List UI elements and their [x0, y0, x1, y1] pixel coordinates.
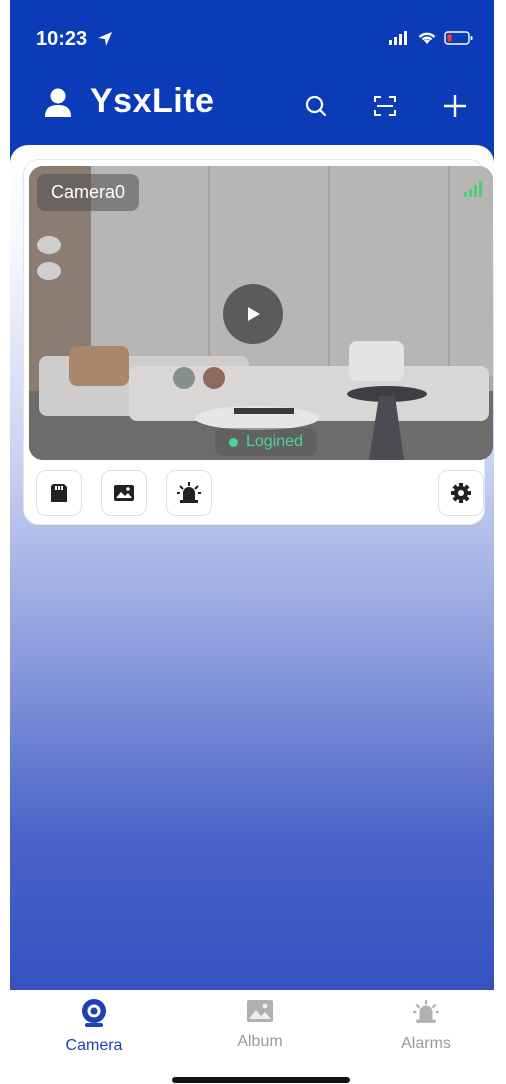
add-device-button[interactable]: [439, 90, 471, 122]
scan-button[interactable]: [369, 90, 401, 122]
camera-card: Camera0 Logined: [23, 159, 493, 525]
tab-album[interactable]: Album: [200, 998, 320, 1051]
location-arrow-icon: [98, 32, 112, 46]
album-button[interactable]: [101, 470, 147, 516]
siren-icon: [177, 482, 201, 503]
tab-camera[interactable]: Camera: [34, 998, 154, 1055]
scan-icon: [374, 96, 396, 116]
camera-name-label: Camera0: [37, 174, 140, 211]
camera-settings-button[interactable]: [438, 470, 484, 516]
album-icon: [247, 1000, 273, 1022]
status-dot-icon: [229, 437, 238, 447]
user-profile-icon[interactable]: [44, 88, 72, 118]
connection-status: Logined: [215, 428, 317, 456]
alarm-button[interactable]: [166, 470, 212, 516]
app-header: YsxLite: [10, 70, 494, 140]
status-time: 10:23: [36, 28, 88, 50]
bottom-tab-bar: Camera Album Alarms: [0, 990, 506, 1084]
app-title: YsxLite: [90, 82, 215, 120]
sd-card-button[interactable]: [36, 470, 82, 516]
device-list: Camera0 Logined: [10, 145, 494, 990]
status-indicators: [388, 30, 474, 46]
play-icon: [248, 307, 260, 321]
cellular-signal-icon: [389, 31, 407, 45]
light-dot-icon: [37, 262, 61, 280]
siren-icon: [413, 1000, 439, 1023]
sd-card-icon: [51, 484, 67, 502]
webcam-icon: [82, 999, 106, 1027]
camera-preview[interactable]: Camera0 Logined: [29, 166, 493, 460]
search-icon: [305, 95, 327, 117]
signal-strength-icon: [464, 181, 482, 197]
gear-icon: [451, 483, 471, 503]
search-button[interactable]: [300, 90, 332, 122]
tab-album-label: Album: [237, 1033, 283, 1050]
wifi-icon: [418, 32, 436, 44]
tab-camera-label: Camera: [65, 1037, 123, 1054]
light-dot-icon: [37, 236, 61, 254]
tab-alarms[interactable]: Alarms: [366, 998, 486, 1053]
status-bar: 10:23: [10, 0, 494, 60]
home-indicator: [172, 1077, 350, 1083]
image-icon: [114, 485, 134, 501]
play-button[interactable]: [223, 284, 283, 344]
app-frame: 10:23 YsxLite Camera0 Logined: [10, 0, 494, 990]
tab-alarms-label: Alarms: [401, 1035, 451, 1052]
battery-icon: [444, 31, 473, 45]
connection-status-label: Logined: [246, 433, 303, 450]
plus-icon: [444, 95, 466, 117]
